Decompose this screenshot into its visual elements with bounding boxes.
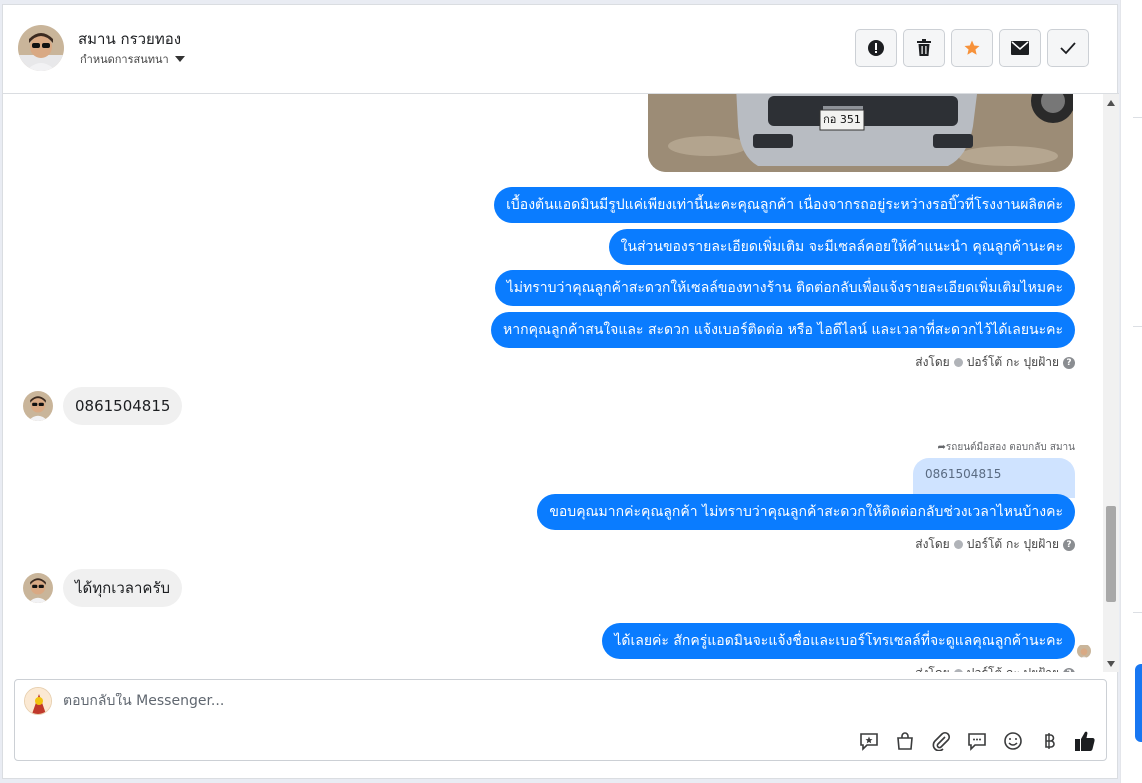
star-button[interactable] bbox=[951, 29, 993, 67]
sent-by-label: ส่งโดย bbox=[915, 355, 950, 369]
scroll-down-icon[interactable] bbox=[1107, 661, 1115, 667]
incoming-message[interactable]: 0861504815 bbox=[63, 387, 183, 425]
reply-input[interactable] bbox=[63, 693, 763, 709]
sender-name[interactable]: ปอร์โต้ กะ ปุยฝ้าย bbox=[967, 535, 1059, 554]
message-thread[interactable]: กอ 351 เบื้องต้นแอดมินมีรูปแค่เพียงเท่าน… bbox=[3, 94, 1103, 672]
help-icon[interactable]: ? bbox=[1063, 356, 1075, 369]
car-photo[interactable]: กอ 351 bbox=[648, 94, 1073, 172]
thumbs-up-icon[interactable] bbox=[1074, 730, 1096, 752]
verified-icon bbox=[953, 540, 963, 549]
verified-icon bbox=[953, 669, 963, 672]
reply-arrow-icon: ➦ bbox=[937, 442, 946, 453]
conversation-header: สมาน กรวยทอง กำหนดการสนทนา bbox=[3, 5, 1119, 94]
outgoing-message[interactable]: ไม่ทราบว่าคุณลูกค้าสะดวกให้เซลล์ของทางร้… bbox=[494, 270, 1075, 306]
sent-by-row: ส่งโดย ปอร์โต้ กะ ปุยฝ้าย ? bbox=[915, 664, 1075, 672]
envelope-icon bbox=[1011, 41, 1029, 55]
composer-tools bbox=[858, 730, 1096, 752]
caret-down-icon bbox=[174, 56, 185, 62]
sender-name[interactable]: ปอร์โต้ กะ ปุยฝ้าย bbox=[967, 664, 1059, 672]
scrollbar[interactable] bbox=[1103, 94, 1119, 672]
saved-reply-icon[interactable] bbox=[858, 730, 880, 752]
baht-icon[interactable] bbox=[1038, 730, 1060, 752]
side-tab[interactable] bbox=[1135, 664, 1142, 742]
divider bbox=[1133, 326, 1142, 327]
star-icon bbox=[964, 40, 980, 55]
delete-button[interactable] bbox=[903, 29, 945, 67]
reply-note: ➦รถยนต์มือสอง ตอบกลับ สมาน bbox=[938, 440, 1075, 455]
shop-bag-icon[interactable] bbox=[894, 730, 916, 752]
quoted-message[interactable]: 0861504815 bbox=[913, 458, 1075, 498]
check-icon bbox=[1060, 42, 1076, 55]
sent-by-row: ส่งโดย ปอร์โต้ กะ ปุยฝ้าย ? bbox=[915, 353, 1075, 372]
outgoing-message[interactable]: ในส่วนของรายละเอียดเพิ่มเติม จะมีเซลล์คอ… bbox=[608, 229, 1075, 265]
help-icon[interactable]: ? bbox=[1063, 538, 1075, 551]
emoji-icon[interactable] bbox=[1002, 730, 1024, 752]
paperclip-icon[interactable] bbox=[930, 730, 952, 752]
chat-bubble-icon[interactable] bbox=[966, 730, 988, 752]
sent-by-label: ส่งโดย bbox=[915, 664, 949, 672]
avatar[interactable] bbox=[23, 391, 53, 421]
page-avatar bbox=[24, 687, 52, 715]
verified-icon bbox=[953, 358, 963, 367]
trash-icon bbox=[917, 39, 931, 56]
sender-name[interactable]: ปอร์โต้ กะ ปุยฝ้าย bbox=[967, 353, 1059, 372]
assign-label: กำหนดการสนทนา bbox=[80, 53, 169, 66]
sent-by-label: ส่งโดย bbox=[915, 537, 950, 551]
outgoing-message[interactable]: ได้เลยค่ะ สักครู่แอดมินจะแจ้งชื่อและเบอร… bbox=[602, 623, 1075, 659]
right-strip bbox=[1120, 0, 1142, 783]
divider bbox=[1133, 612, 1142, 613]
assign-conversation-dropdown[interactable]: กำหนดการสนทนา bbox=[80, 50, 185, 68]
scrollbar-thumb[interactable] bbox=[1106, 506, 1116, 602]
message-composer bbox=[14, 679, 1107, 761]
exclamation-icon bbox=[868, 40, 884, 56]
outgoing-message[interactable]: หากคุณลูกค้าสนใจและ สะดวก แจ้งเบอร์ติดต่… bbox=[491, 312, 1075, 348]
divider bbox=[1133, 117, 1142, 118]
outgoing-message[interactable]: เบื้องต้นแอดมินมีรูปแค่เพียงเท่านี้นะคะค… bbox=[494, 187, 1075, 223]
avatar[interactable] bbox=[23, 573, 53, 603]
avatar[interactable] bbox=[18, 25, 64, 71]
scroll-up-icon[interactable] bbox=[1107, 100, 1115, 106]
sent-by-row: ส่งโดย ปอร์โต้ กะ ปุยฝ้าย ? bbox=[915, 535, 1075, 554]
contact-name: สมาน กรวยทอง bbox=[78, 30, 182, 48]
outgoing-message[interactable]: ขอบคุณมากค่ะคุณลูกค้า ไม่ทราบว่าคุณลูกค้… bbox=[537, 494, 1075, 530]
mark-unread-button[interactable] bbox=[999, 29, 1041, 67]
mark-done-button[interactable] bbox=[1047, 29, 1089, 67]
help-icon[interactable]: ? bbox=[1063, 667, 1075, 672]
conversation-panel: สมาน กรวยทอง กำหนดการสนทนา กอ 351 เบื้อง… bbox=[2, 4, 1119, 779]
header-actions bbox=[855, 29, 1089, 67]
app: สมาน กรวยทอง กำหนดการสนทนา กอ 351 เบื้อง… bbox=[0, 0, 1142, 783]
incoming-message[interactable]: ได้ทุกเวลาครับ bbox=[63, 569, 183, 607]
seen-avatar bbox=[1077, 644, 1091, 658]
reply-note-text: รถยนต์มือสอง ตอบกลับ สมาน bbox=[945, 442, 1075, 453]
mark-spam-button[interactable] bbox=[855, 29, 897, 67]
license-plate-text: กอ 351 bbox=[823, 113, 861, 126]
